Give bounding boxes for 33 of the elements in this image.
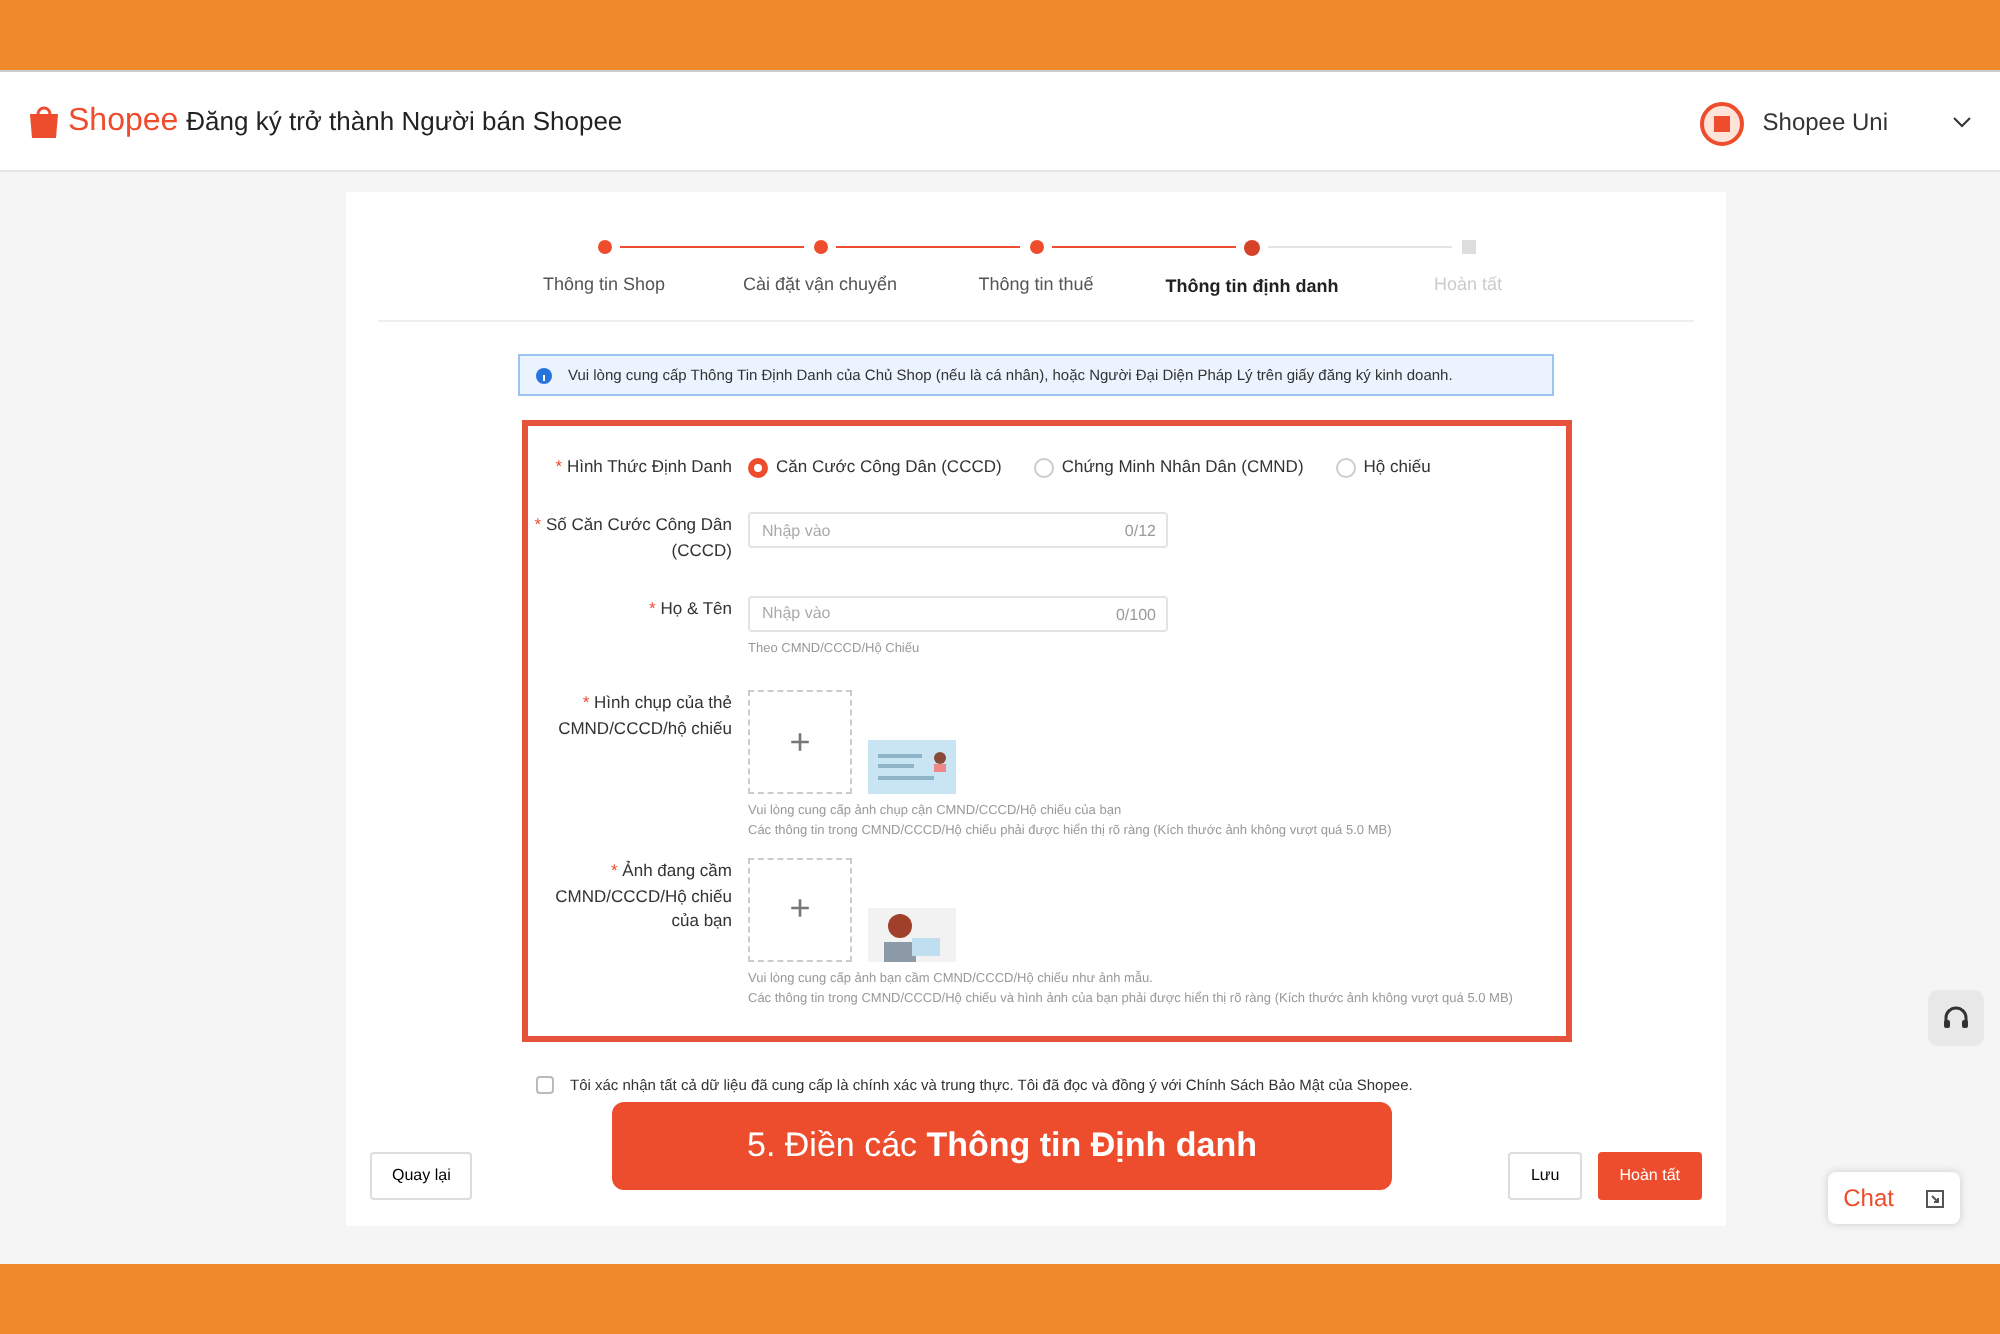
radio-option[interactable]: Căn Cước Công Dân (CCCD) [748, 454, 1002, 480]
radio-option[interactable]: Chứng Minh Nhân Dân (CMND) [1033, 454, 1304, 480]
upload-button[interactable]: + [748, 857, 852, 962]
field-label: * Họ & Tên [647, 595, 734, 621]
field-label: * Hình chụp của thẻ CMND/CCCD/hộ chiếu [556, 690, 734, 742]
info-icon [536, 367, 552, 384]
chat-button[interactable]: Chat [1827, 1172, 1960, 1224]
page-title: Đăng ký trở thành Người bán Shopee [186, 103, 623, 140]
step-label[interactable]: Cài đặt vận chuyển [712, 272, 928, 299]
save-button[interactable]: Lưu [1508, 1152, 1582, 1200]
finish-button[interactable]: Hoàn tất [1597, 1152, 1702, 1200]
shopping-bag-icon [28, 103, 60, 139]
back-button[interactable]: Quay lại [370, 1152, 473, 1200]
checkbox[interactable] [536, 1076, 554, 1095]
field-label: * Hình Thức Định Danh [553, 454, 734, 480]
field-label: * Số Căn Cước Công Dân (CCCD) [532, 512, 734, 563]
step-label[interactable]: Thông tin thuế [928, 272, 1144, 299]
minimize-icon [1926, 1189, 1944, 1207]
support-button[interactable] [1928, 990, 1984, 1046]
id-card-illustration [868, 740, 956, 795]
character-counter: 0/12 [1124, 520, 1156, 544]
headset-icon [1940, 1002, 1972, 1034]
step-label[interactable]: Thông tin định danh [1144, 274, 1360, 301]
step-banner: 5. Điền các Thông tin Định danh [612, 1102, 1392, 1190]
radio-option[interactable]: Hộ chiếu [1335, 454, 1431, 480]
logo-text[interactable]: Shopee [68, 97, 179, 145]
character-counter: 0/100 [1115, 603, 1156, 627]
account-name[interactable]: Shopee Uni [1762, 103, 1888, 139]
field-label: * Ảnh đang cầm CMND/CCCD/Hộ chiếu của bạn [553, 857, 734, 934]
person-with-card-illustration [868, 907, 956, 962]
upload-button[interactable]: + [748, 690, 852, 795]
step-label[interactable]: Thông tin Shop [496, 272, 712, 299]
chevron-down-icon[interactable] [1952, 115, 1972, 127]
